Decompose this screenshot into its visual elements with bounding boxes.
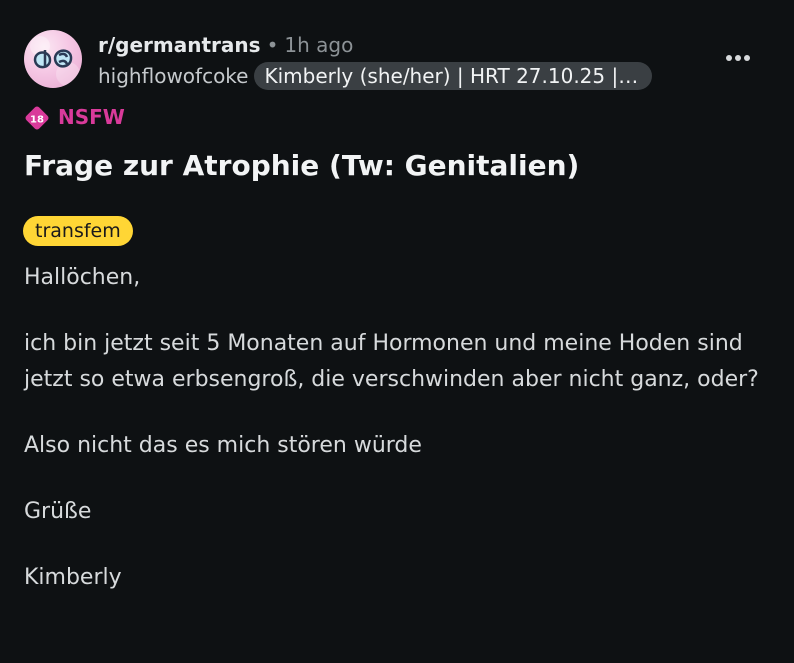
post-header: r/germantrans • 1h ago highflowofcoke Kimbe… xyxy=(24,30,770,92)
nsfw-tag: 18 NSFW xyxy=(24,104,125,130)
subreddit-link[interactable]: r/germantrans xyxy=(98,33,261,57)
post-paragraph: Hallöchen, xyxy=(24,265,141,290)
user-flair: Kimberly (she/her) | HRT 27.10.25 | tra.… xyxy=(254,62,653,90)
post-time: 1h ago xyxy=(284,33,354,57)
nsfw-badge-number: 18 xyxy=(30,115,44,126)
post-paragraph: Also nicht das es mich stören würde xyxy=(24,433,422,458)
post-flair[interactable]: transfem xyxy=(23,216,133,246)
post-paragraph: Grüße xyxy=(24,499,92,524)
more-options-icon[interactable] xyxy=(724,48,752,61)
post-paragraph: Kimberly xyxy=(24,565,122,590)
post-title[interactable]: Frage zur Atrophie (Tw: Genitalien) xyxy=(24,146,579,186)
author-line: highflowofcoke Kimberly (she/her) | HRT 2… xyxy=(98,62,653,90)
subreddit-avatar-icon[interactable] xyxy=(24,30,82,88)
post-paragraph: ich bin jetzt seit 5 Monaten auf Hormone… xyxy=(24,331,759,392)
nsfw-label: NSFW xyxy=(58,105,125,129)
subreddit-line: r/germantrans • 1h ago xyxy=(98,32,353,58)
post-body: Hallöchen, ich bin jetzt seit 5 Monaten … xyxy=(24,260,774,626)
meta-separator: • xyxy=(266,33,279,57)
author-username[interactable]: highflowofcoke xyxy=(98,64,248,88)
nsfw-18-icon: 18 xyxy=(24,105,49,130)
